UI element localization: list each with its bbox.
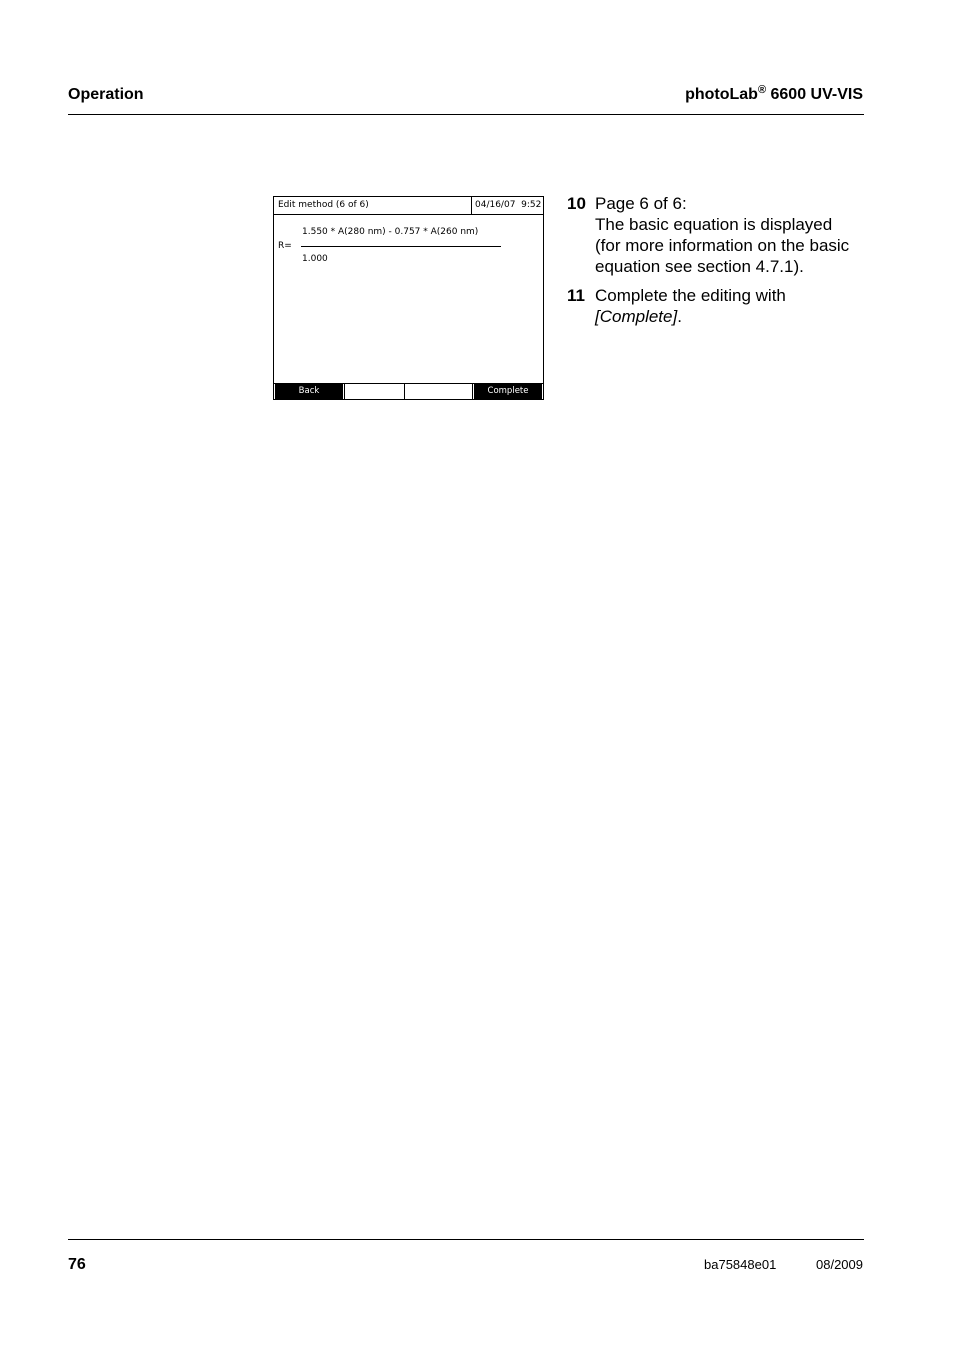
key-reference: [Complete] bbox=[595, 307, 678, 326]
footer-rule bbox=[68, 1239, 864, 1240]
header-rule bbox=[68, 114, 864, 115]
step-line: (for more information on the basic bbox=[595, 236, 850, 255]
product-model: 6600 UV-VIS bbox=[766, 86, 863, 103]
product-name: photoLab bbox=[685, 86, 758, 103]
step-line: [Complete]. bbox=[595, 306, 786, 327]
step-number: 10 bbox=[567, 194, 586, 213]
equation-denominator: 1.000 bbox=[302, 254, 328, 264]
screen-title-bar: Edit method (6 of 6) 04/16/07 9:52 bbox=[274, 197, 543, 215]
softkey-complete[interactable]: Complete bbox=[474, 384, 542, 400]
step-text: Page 6 of 6: The basic equation is displ… bbox=[595, 193, 849, 277]
fraction-bar bbox=[301, 246, 501, 247]
screen-title: Edit method (6 of 6) bbox=[278, 200, 369, 210]
step-line: equation see section 4.7.1). bbox=[595, 257, 804, 276]
step-number: 11 bbox=[567, 286, 585, 305]
document-id: ba75848e01 bbox=[704, 1257, 777, 1272]
equation-result-label: R= bbox=[278, 241, 292, 251]
step-text: Complete the editing with [Complete]. bbox=[595, 285, 786, 327]
device-screen: Edit method (6 of 6) 04/16/07 9:52 1.550… bbox=[273, 196, 544, 400]
running-header-section: Operation bbox=[68, 86, 144, 103]
page-number: 76 bbox=[68, 1256, 86, 1273]
document-date: 08/2009 bbox=[816, 1257, 863, 1272]
running-header-product: photoLab® 6600 UV-VIS bbox=[685, 84, 863, 104]
step-punctuation: . bbox=[677, 307, 682, 326]
step-line: Complete the editing with bbox=[595, 286, 786, 305]
equation-numerator: 1.550 * A(280 nm) - 0.757 * A(260 nm) bbox=[302, 227, 479, 237]
softkey-3[interactable] bbox=[405, 384, 473, 400]
screen-datetime: 04/16/07 9:52 bbox=[475, 200, 542, 210]
softkey-back[interactable]: Back bbox=[275, 384, 343, 400]
softkey-2[interactable] bbox=[344, 384, 405, 400]
screen-clock-box: 04/16/07 9:52 bbox=[471, 197, 544, 214]
registered-mark: ® bbox=[757, 84, 767, 96]
step-line: The basic equation is displayed bbox=[595, 215, 833, 234]
softkey-bar: Back Complete bbox=[274, 383, 543, 400]
step-line: Page 6 of 6: bbox=[595, 194, 687, 213]
